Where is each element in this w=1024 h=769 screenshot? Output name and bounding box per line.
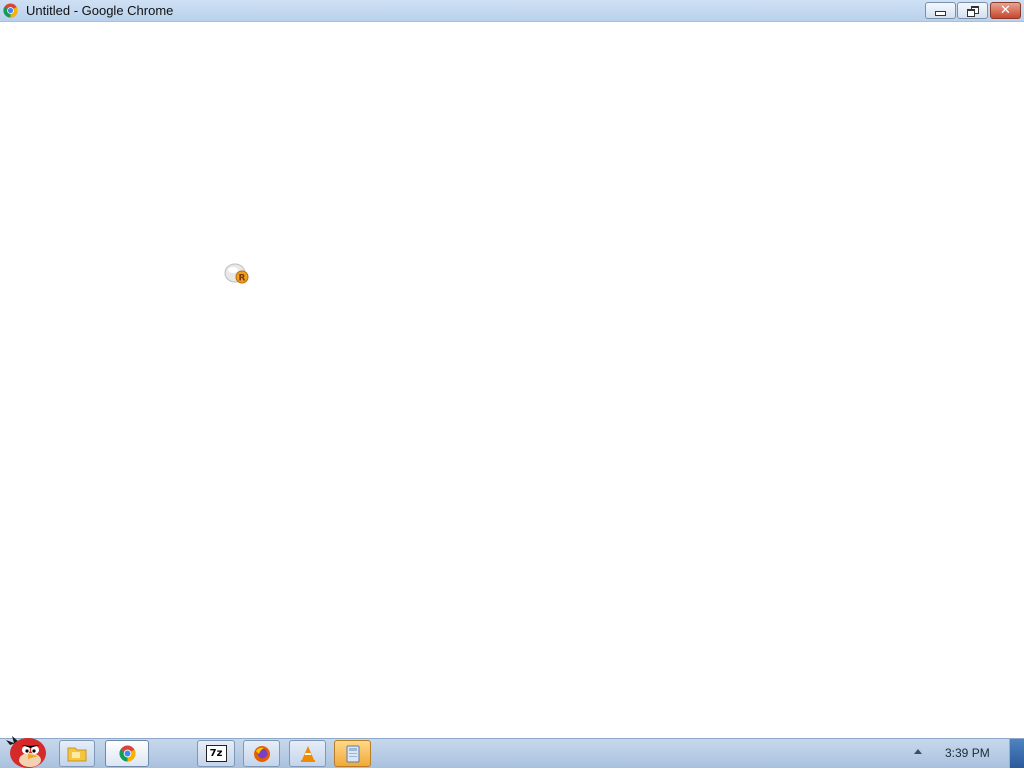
minimize-button[interactable] — [925, 2, 956, 19]
chrome-window: Untitled - Google Chrome ✕ R — [0, 0, 1024, 738]
title-bar[interactable]: Untitled - Google Chrome ✕ — [0, 0, 1024, 22]
taskbar-clock[interactable]: 3:39 PM — [945, 746, 990, 760]
window-title: Untitled - Google Chrome — [26, 3, 174, 18]
app-icon — [346, 745, 359, 762]
chrome-icon — [119, 745, 135, 762]
taskbar-item-vlc[interactable] — [289, 740, 326, 767]
chrome-icon — [3, 3, 18, 18]
taskbar-item-explorer[interactable] — [59, 740, 95, 767]
taskbar: 7z 3:39 PM — [0, 736, 1024, 768]
close-button[interactable]: ✕ — [990, 2, 1021, 19]
close-icon: ✕ — [1000, 3, 1011, 18]
minimize-icon — [935, 10, 946, 16]
show-desktop-button[interactable] — [1009, 739, 1024, 768]
show-hidden-icons-icon[interactable] — [914, 749, 922, 754]
svg-text:R: R — [239, 274, 246, 284]
angry-bird-start-icon[interactable] — [4, 731, 50, 769]
taskbar-item-7zip[interactable]: 7z — [197, 740, 235, 767]
vlc-cone-icon — [300, 745, 315, 762]
busy-cursor-icon: R — [224, 263, 249, 284]
taskbar-item-chrome[interactable] — [105, 740, 149, 767]
7zip-icon: 7z — [205, 745, 227, 762]
restore-button[interactable] — [957, 2, 988, 19]
folder-icon — [67, 747, 87, 762]
restore-icon — [967, 6, 979, 17]
taskbar-item-app[interactable] — [334, 740, 371, 767]
taskbar-item-firefox[interactable] — [243, 740, 280, 767]
firefox-icon — [253, 745, 270, 762]
page-content[interactable]: R — [0, 22, 1024, 738]
